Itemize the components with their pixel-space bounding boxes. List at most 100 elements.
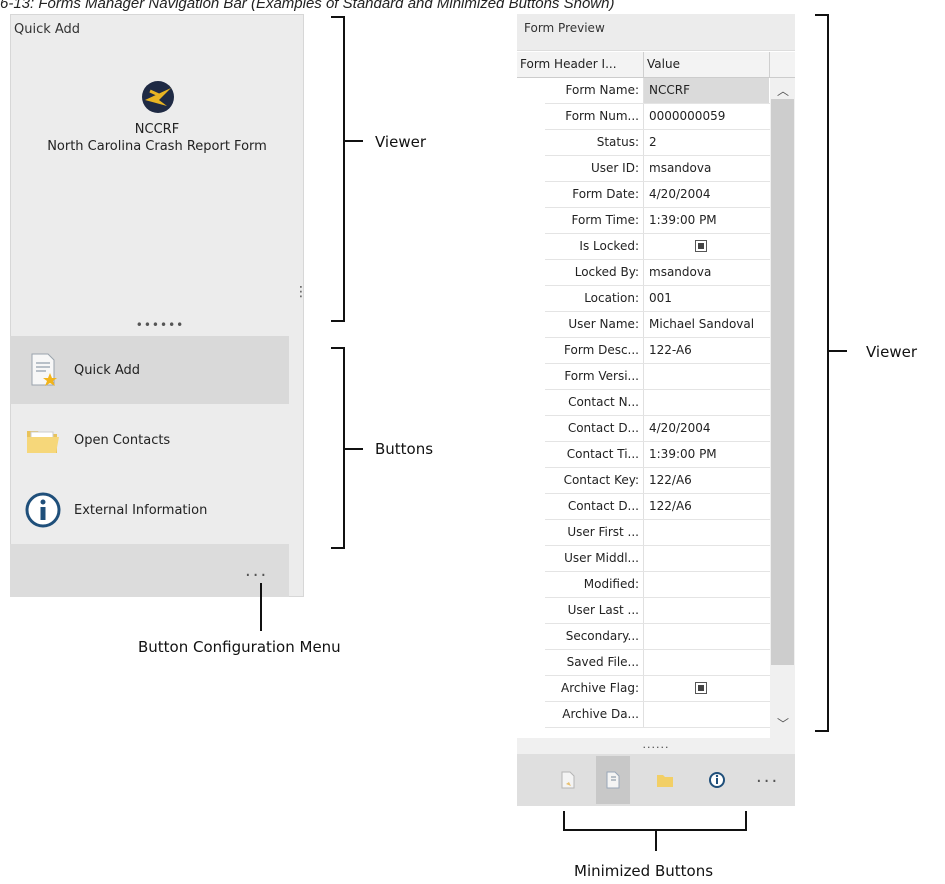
form-name: North Carolina Crash Report Form	[47, 139, 267, 154]
checkbox[interactable]	[695, 240, 707, 252]
property-row[interactable]: Archive Flag:	[545, 676, 795, 702]
property-key: Archive Da...	[545, 702, 644, 727]
scroll-down-icon[interactable]: ﹀	[777, 715, 789, 732]
viewer-bracket-tick	[343, 140, 363, 142]
mini-document-button[interactable]	[551, 756, 585, 804]
mini-config-menu[interactable]: ...	[756, 766, 779, 787]
property-key: Is Locked:	[545, 234, 644, 259]
folder-icon	[657, 775, 673, 787]
property-key: Contact D...	[545, 416, 644, 441]
property-key: User Middl...	[545, 546, 644, 571]
property-row[interactable]: Status: 2	[545, 130, 795, 156]
property-value: NCCRF	[644, 78, 769, 103]
property-key: User First ...	[545, 520, 644, 545]
property-value: 0000000059	[649, 109, 726, 123]
horizontal-splitter[interactable]: ••••••	[120, 318, 200, 332]
property-key: Form Desc...	[545, 338, 644, 363]
external-information-button[interactable]: External Information	[10, 476, 289, 544]
property-key: Contact D...	[545, 494, 644, 519]
property-key: Modified:	[545, 572, 644, 597]
viewer-title: Quick Add	[14, 22, 81, 37]
property-row[interactable]: User Last ...	[545, 598, 795, 624]
property-key: Form Time:	[545, 208, 644, 233]
property-value: 1:39:00 PM	[649, 447, 717, 461]
col-header-key[interactable]: Form Header I...	[517, 52, 644, 77]
open-contacts-button[interactable]: Open Contacts	[10, 406, 289, 474]
property-row[interactable]: Contact D... 122/A6	[545, 494, 795, 520]
form-code: NCCRF	[134, 122, 180, 137]
horizontal-splitter-right[interactable]: ......	[517, 738, 795, 754]
property-key: Archive Flag:	[545, 676, 644, 701]
property-value	[644, 650, 769, 675]
property-key: Status:	[545, 130, 644, 155]
property-value	[644, 364, 769, 389]
property-row[interactable]: Secondary...	[545, 624, 795, 650]
property-row[interactable]: Modified:	[545, 572, 795, 598]
property-row[interactable]: User First ...	[545, 520, 795, 546]
property-row[interactable]: Contact Ti... 1:39:00 PM	[545, 442, 795, 468]
property-value	[644, 702, 769, 727]
form-preview-title: Form Preview	[524, 21, 605, 35]
property-row[interactable]: Form Num... 0000000059	[545, 104, 795, 130]
quick-add-label: Quick Add	[74, 362, 141, 378]
property-value	[644, 520, 769, 545]
property-value: 4/20/2004	[649, 421, 711, 435]
col-header-spacer	[770, 52, 795, 77]
viewer-right-bracket	[815, 14, 829, 732]
property-row[interactable]: User Middl...	[545, 546, 795, 572]
property-key: Contact Ti...	[545, 442, 644, 467]
property-key: User ID:	[545, 156, 644, 181]
property-row[interactable]: Locked By: msandova	[545, 260, 795, 286]
property-value: 001	[649, 291, 672, 305]
scrollbar-thumb[interactable]	[771, 99, 794, 665]
mini-quick-add-button[interactable]	[596, 756, 630, 804]
property-key: User Last ...	[545, 598, 644, 623]
scroll-up-icon[interactable]: ︿	[777, 82, 789, 99]
mini-open-contacts-button[interactable]	[648, 756, 682, 804]
buttons-label: Buttons	[375, 440, 434, 458]
property-row[interactable]: User Name: Michael Sandoval	[545, 312, 795, 338]
property-row[interactable]: Location: 001	[545, 286, 795, 312]
col-header-value[interactable]: Value	[644, 52, 770, 77]
minimized-bracket	[563, 811, 747, 831]
mini-external-info-button[interactable]	[700, 756, 734, 804]
property-value: 2	[649, 135, 657, 149]
property-row[interactable]: User ID: msandova	[545, 156, 795, 182]
property-value: 1:39:00 PM	[649, 213, 717, 227]
folder-icon	[27, 431, 59, 453]
property-value: msandova	[649, 161, 712, 175]
property-row[interactable]: Archive Da...	[545, 702, 795, 728]
property-row[interactable]: Form Desc... 122-A6	[545, 338, 795, 364]
property-key: Form Versi...	[545, 364, 644, 389]
figure-caption: 6-13: Forms Manager Navigation Bar (Exam…	[0, 0, 615, 12]
info-icon	[25, 492, 61, 528]
property-key: Locked By:	[545, 260, 644, 285]
property-row[interactable]: Form Name: NCCRF	[545, 78, 795, 104]
property-grid: Form Name: NCCRF Form Num... 0000000059 Stat…	[545, 78, 795, 728]
checkbox[interactable]	[695, 682, 707, 694]
quick-add-button[interactable]: Quick Add	[10, 336, 289, 404]
property-value	[644, 676, 769, 701]
property-key: Secondary...	[545, 624, 644, 649]
property-value	[644, 572, 769, 597]
property-value	[644, 624, 769, 649]
property-row[interactable]: Saved File...	[545, 650, 795, 676]
property-row[interactable]: Form Versi...	[545, 364, 795, 390]
buttons-bracket-tick	[343, 448, 363, 450]
vertical-splitter[interactable]: ⋮	[294, 285, 308, 299]
external-information-label: External Information	[74, 502, 208, 518]
property-row[interactable]: Contact N...	[545, 390, 795, 416]
property-key: Contact N...	[545, 390, 644, 415]
property-row[interactable]: Form Date: 4/20/2004	[545, 182, 795, 208]
property-value	[644, 390, 769, 415]
property-value: msandova	[649, 265, 712, 279]
property-row[interactable]: Is Locked:	[545, 234, 795, 260]
property-value: Michael Sandoval	[649, 317, 755, 331]
property-row[interactable]: Contact D... 4/20/2004	[545, 416, 795, 442]
property-value	[644, 598, 769, 623]
property-row[interactable]: Form Time: 1:39:00 PM	[545, 208, 795, 234]
nccrf-logo-icon	[142, 81, 174, 113]
property-value: 4/20/2004	[649, 187, 711, 201]
button-configuration-menu[interactable]: ...	[245, 560, 268, 581]
property-row[interactable]: Contact Key: 122/A6	[545, 468, 795, 494]
